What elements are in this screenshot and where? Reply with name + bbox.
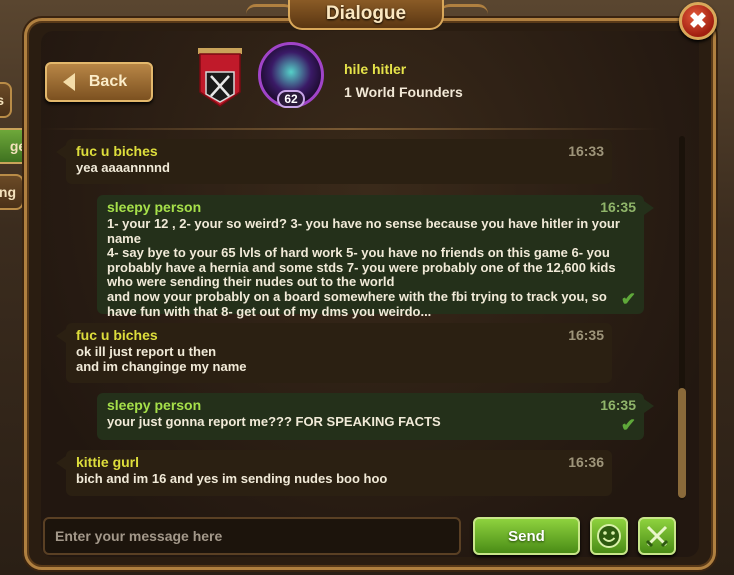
message-bubble-own: sleepy person 16:35 your just gonna repo… [97, 393, 654, 440]
message-bubble: kittie gurl 16:36 bich and im 16 and yes… [56, 450, 612, 496]
message-bubble-own: sleepy person 16:35 1- your 12 , 2- your… [97, 195, 654, 318]
read-check-icon: ✔ [620, 415, 636, 435]
message-sender: sleepy person [107, 199, 202, 215]
read-check-icon: ✔ [620, 289, 636, 309]
message-input-placeholder: Enter your message here [55, 528, 223, 544]
title-ornament-left [246, 4, 294, 21]
message-text: ok ill just report u then and im changin… [76, 344, 247, 374]
message-text: 1- your 12 , 2- your so weird? 3- you ha… [107, 216, 620, 319]
send-button[interactable]: Send [473, 517, 580, 555]
message-bubble: fuc u biches 16:35 ok ill just report u … [56, 323, 612, 383]
back-arrow-icon [62, 73, 75, 91]
chat-partner-guild: 1 World Founders [344, 84, 463, 100]
message-time: 16:36 [568, 454, 604, 470]
smiley-icon [597, 524, 621, 548]
bubble-tail [644, 201, 654, 215]
message-sender: fuc u biches [76, 143, 158, 159]
crossed-swords-icon [645, 525, 669, 548]
close-icon: ✖ [688, 8, 708, 33]
message-time: 16:35 [600, 199, 636, 215]
bubble-tail [56, 456, 66, 470]
bubble-tail [56, 329, 66, 343]
message-text: your just gonna report me??? FOR SPEAKIN… [107, 414, 441, 429]
scrollbar-thumb[interactable] [678, 388, 686, 498]
message-sender: sleepy person [107, 397, 202, 413]
message-bubble: fuc u biches 16:33 yea aaaannnnd [56, 139, 612, 184]
back-button-label: Back [88, 73, 128, 90]
message-input[interactable]: Enter your message here [43, 517, 461, 555]
side-tab-label: ng [0, 184, 16, 200]
message-time: 16:33 [568, 143, 604, 159]
side-tab-2[interactable]: ng [0, 174, 24, 210]
header-divider [40, 128, 660, 130]
message-text: yea aaaannnnd [76, 160, 170, 175]
message-time: 16:35 [600, 397, 636, 413]
avatar-level-badge: 62 [277, 90, 305, 108]
send-button-label: Send [508, 527, 545, 545]
side-tab-label: s [0, 92, 4, 108]
bubble-tail [644, 399, 654, 413]
chat-partner-name: hile hitler [344, 61, 407, 77]
close-button[interactable]: ✖ [679, 2, 717, 40]
message-text: bich and im 16 and yes im sending nudes … [76, 471, 388, 486]
message-sender: kittie gurl [76, 454, 140, 470]
bubble-tail [56, 145, 66, 159]
message-sender: fuc u biches [76, 327, 158, 343]
swords-button[interactable] [638, 517, 676, 555]
title-ornament-right [440, 4, 488, 21]
window-title: Dialogue [288, 0, 444, 30]
back-button[interactable]: Back [45, 62, 153, 102]
emoji-button[interactable] [590, 517, 628, 555]
guild-banner-icon [198, 48, 242, 107]
message-time: 16:35 [568, 327, 604, 343]
side-tab-0[interactable]: s [0, 82, 12, 118]
